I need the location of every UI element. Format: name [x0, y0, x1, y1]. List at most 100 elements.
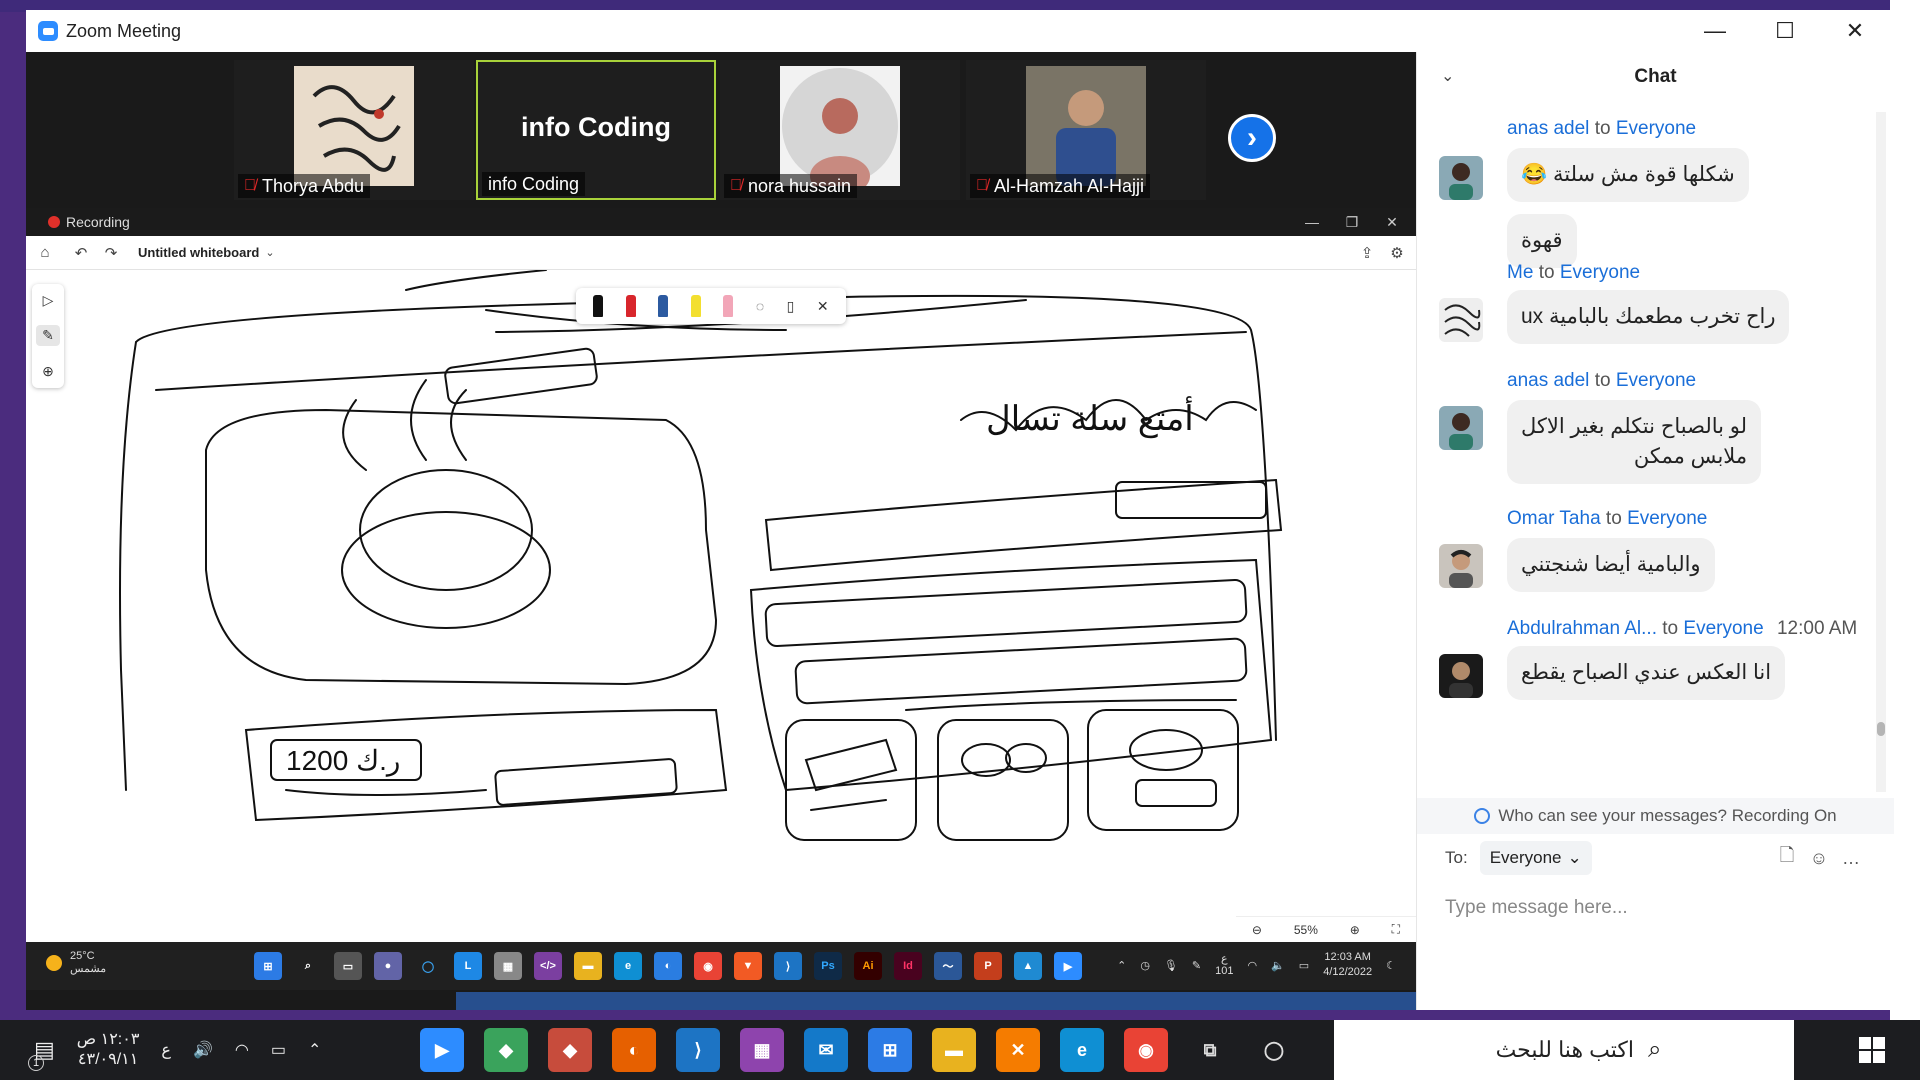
taskbar-search-box[interactable]: ⌕	[1334, 1020, 1794, 1080]
participant-tile-al-hamzah[interactable]: 🎙̸ Al-Hamzah Al-Hajji	[966, 60, 1206, 200]
chat-message-input[interactable]	[1445, 888, 1865, 928]
code-editor-icon[interactable]: </>	[534, 952, 562, 980]
next-participants-button[interactable]: ›	[1228, 114, 1276, 162]
volume-icon[interactable]: 🔈	[1271, 959, 1285, 972]
chevron-up-icon[interactable]: ⌃	[308, 1040, 321, 1060]
emoji-icon[interactable]: ☺	[1807, 846, 1831, 870]
undo-icon[interactable]: ↶	[66, 238, 96, 268]
lasso-icon[interactable]: ◌	[756, 298, 764, 314]
input-language[interactable]: ع	[161, 1040, 171, 1060]
whiteboard-canvas[interactable]: 1200 ر.ك أمتع سلة تسال ▷ ✎ ⊕ ◌ ▯ ✕ ⊖ 55%…	[26, 270, 1416, 942]
search-icon[interactable]: ⌕	[294, 952, 322, 980]
store-icon[interactable]: ⊞	[868, 1028, 912, 1072]
chrome-icon[interactable]: ◉	[694, 952, 722, 980]
black-pen-icon[interactable]	[593, 295, 604, 317]
chevron-down-icon[interactable]: ⌄	[265, 246, 274, 259]
minimize-button[interactable]: —	[1680, 10, 1750, 52]
pen-icon[interactable]: ✎	[1192, 959, 1201, 972]
close-icon[interactable]: ✕	[817, 298, 829, 315]
red-pen-icon[interactable]	[625, 295, 636, 317]
chevron-up-icon[interactable]: ⌃	[1117, 959, 1126, 972]
chevron-down-icon[interactable]: ⌄	[1441, 66, 1454, 86]
brave-icon[interactable]: ▼	[734, 952, 762, 980]
windows-start-button[interactable]	[1824, 1020, 1920, 1080]
file-explorer-icon[interactable]: ▬	[932, 1028, 976, 1072]
eraser-icon[interactable]	[723, 295, 734, 317]
close-button[interactable]: ✕	[1820, 10, 1890, 52]
vscode-icon[interactable]: ⟩	[676, 1028, 720, 1072]
add-icon[interactable]: ⊕	[42, 363, 54, 380]
system-clock[interactable]: ١٢:٠٣ ص ٤٣/٠٩/١١	[77, 1030, 140, 1070]
maximize-button[interactable]: ☐	[1750, 10, 1820, 52]
zoom-out-icon[interactable]: ⊖	[1252, 923, 1262, 937]
more-options-icon[interactable]: …	[1839, 846, 1863, 870]
whiteboard-minimize-button[interactable]: —	[1292, 208, 1332, 236]
chat-scrollbar[interactable]	[1876, 112, 1886, 792]
message-privacy-notice[interactable]: Who can see your messages? Recording On	[1417, 798, 1894, 834]
battery-icon[interactable]: ▭	[1299, 959, 1309, 972]
weather-widget[interactable]: 25°C مشمس	[46, 950, 106, 975]
git-app-icon[interactable]: ◆	[484, 1028, 528, 1072]
remote-clock[interactable]: 12:03 AM 4/12/2022	[1323, 950, 1372, 980]
teams-icon[interactable]: ●	[374, 952, 402, 980]
whiteboard-close-button[interactable]: ✕	[1372, 208, 1412, 236]
calculator-icon[interactable]: ▦	[494, 952, 522, 980]
battery-icon[interactable]: ▭	[271, 1040, 286, 1060]
zoom-in-icon[interactable]: ⊕	[1350, 923, 1360, 937]
xampp-icon[interactable]: ✕	[996, 1028, 1040, 1072]
illustrator-icon[interactable]: Ai	[854, 952, 882, 980]
message-bubble[interactable]: انا العكس عندي الصباح يقطع	[1507, 646, 1786, 700]
highlighter-icon[interactable]	[690, 295, 701, 317]
photos-icon[interactable]: ▲	[1014, 952, 1042, 980]
participant-tile-info-coding[interactable]: info Coding info Coding	[476, 60, 716, 200]
firefox-icon[interactable]: ◐	[654, 952, 682, 980]
microphone-icon[interactable]: 🎙	[1164, 959, 1178, 972]
photoshop-icon[interactable]: Ps	[814, 952, 842, 980]
chrome-icon[interactable]: ◉	[1124, 1028, 1168, 1072]
file-icon[interactable]: 🗋	[1775, 845, 1799, 870]
recipient-select[interactable]: Everyone ⌄	[1479, 841, 1592, 875]
message-bubble[interactable]: لو بالصباح نتكلم بغير الاكل ملابس ممكن	[1507, 400, 1762, 484]
firefox-icon[interactable]: ◐	[612, 1028, 656, 1072]
message-bubble[interactable]: راح تخرب مطعمك بالبامية ux	[1507, 290, 1790, 344]
indesign-icon[interactable]: Id	[894, 952, 922, 980]
file-explorer-icon[interactable]: ▬	[574, 952, 602, 980]
redo-icon[interactable]: ↷	[96, 238, 126, 268]
ruler-icon[interactable]: ▯	[787, 298, 795, 315]
message-bubble[interactable]: شكلها قوة مش سلتة 😂	[1507, 148, 1749, 202]
edge-icon[interactable]: e	[614, 952, 642, 980]
whiteboard-app-icon[interactable]: 〜	[934, 952, 962, 980]
winrar-icon[interactable]: ▦	[740, 1028, 784, 1072]
app-l-icon[interactable]: L	[454, 952, 482, 980]
volume-icon[interactable]: 🔊	[193, 1040, 213, 1060]
zoom-app-icon[interactable]: ▶	[1054, 952, 1082, 980]
git-app-2-icon[interactable]: ◆	[548, 1028, 592, 1072]
settings-gear-icon[interactable]: ⚙	[1382, 238, 1412, 268]
edge-icon[interactable]: e	[1060, 1028, 1104, 1072]
participant-tile-nora[interactable]: 🎙̸ nora hussain	[720, 60, 960, 200]
message-bubble[interactable]: والبامية أيضا شنجتني	[1507, 538, 1715, 592]
home-icon[interactable]: ⌂	[30, 238, 60, 268]
select-pointer-icon[interactable]: ▷	[43, 292, 54, 309]
zoom-app-icon[interactable]: ▶	[420, 1028, 464, 1072]
mail-icon[interactable]: ✉	[804, 1028, 848, 1072]
vscode-icon[interactable]: ⟩	[774, 952, 802, 980]
wifi-icon[interactable]: ◠	[235, 1040, 249, 1060]
powerpoint-icon[interactable]: P	[974, 952, 1002, 980]
task-view-icon[interactable]: ⧉	[1188, 1028, 1232, 1072]
whiteboard-restore-button[interactable]: ❐	[1332, 208, 1372, 236]
clock-icon[interactable]: ◷	[1140, 959, 1150, 972]
windows-start-icon[interactable]: ⊞	[254, 952, 282, 980]
participant-tile-thorya[interactable]: 🎙̸ Thorya Abdu	[234, 60, 474, 200]
blue-pen-icon[interactable]	[658, 295, 669, 317]
cortana-icon[interactable]: ◯	[414, 952, 442, 980]
message-bubble[interactable]: قهوة	[1507, 214, 1577, 268]
pen-tool-icon[interactable]: ✎	[36, 325, 60, 347]
whiteboard-title[interactable]: Untitled whiteboard	[138, 245, 259, 260]
wifi-icon[interactable]: ◠	[1247, 959, 1257, 972]
fit-screen-icon[interactable]: ⛶	[1392, 922, 1400, 937]
cortana-icon[interactable]: ◯	[1252, 1028, 1296, 1072]
notification-icon[interactable]: ☾	[1386, 959, 1396, 972]
taskbar-search-input[interactable]	[1334, 1037, 1634, 1063]
chat-scrollbar-thumb[interactable]	[1877, 722, 1885, 736]
